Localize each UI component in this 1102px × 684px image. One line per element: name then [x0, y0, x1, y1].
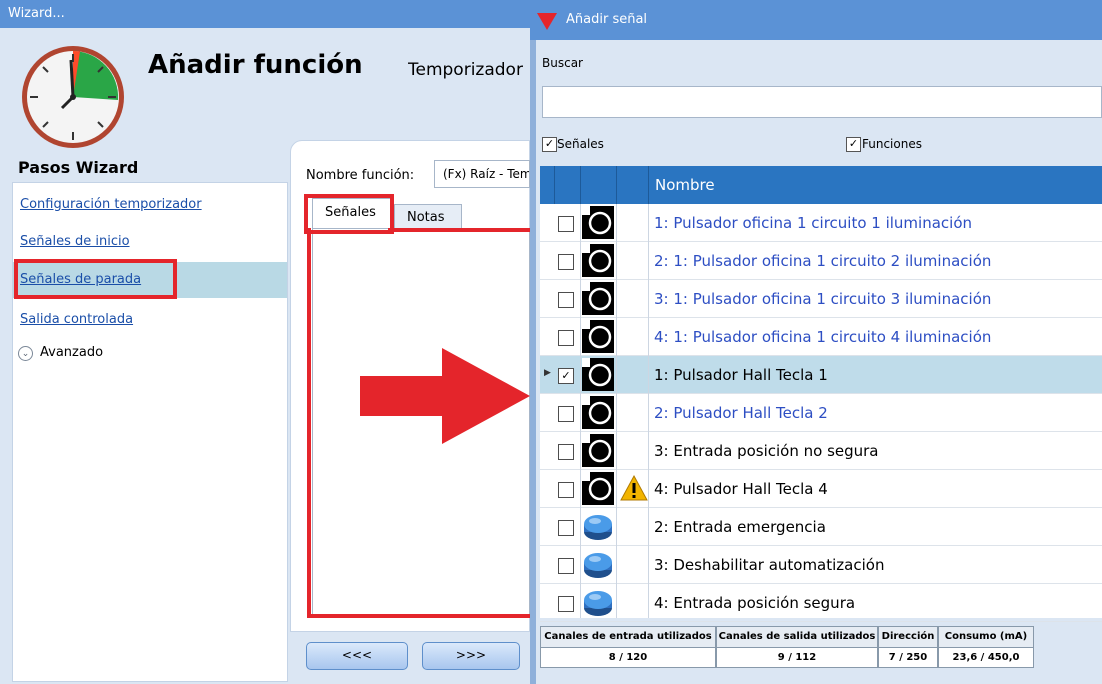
blue-button-icon: [582, 586, 614, 619]
stat-label: Dirección: [879, 627, 937, 648]
filter-signals-label: Señales: [557, 137, 604, 151]
pushbutton-icon: [582, 244, 614, 277]
stat-input-channels: Canales de entrada utilizados 8 / 120: [540, 626, 716, 668]
search-label: Buscar: [542, 56, 583, 70]
filter-functions-label: Funciones: [862, 137, 922, 151]
red-arrow-icon: [360, 348, 530, 444]
tab-notas[interactable]: Notas: [394, 204, 462, 230]
grid-column-separator: [580, 204, 581, 618]
row-checkbox[interactable]: [558, 216, 574, 232]
red-triangle-icon: [537, 13, 557, 30]
stat-label: Canales de entrada utilizados: [541, 627, 715, 648]
row-checkbox[interactable]: ✓: [558, 368, 574, 384]
stat-value: 9 / 112: [777, 652, 817, 663]
header-separator: [580, 166, 581, 204]
pushbutton-icon: [582, 320, 614, 353]
pushbutton-icon: [582, 472, 614, 505]
back-button[interactable]: <<<: [306, 642, 408, 670]
header-separator: [616, 166, 617, 204]
row-name: 3: Deshabilitar automatización: [654, 556, 885, 574]
timer-clock-icon: [22, 46, 124, 148]
blue-button-icon: [582, 548, 614, 581]
table-row[interactable]: 2: Pulsador Hall Tecla 2: [540, 394, 1102, 432]
content-highlight-bottom: [307, 614, 530, 618]
pushbutton-icon: [582, 396, 614, 429]
stat-consumption: Consumo (mA) 23,6 / 450,0: [938, 626, 1034, 668]
table-row[interactable]: ▶ ✓ 1: Pulsador Hall Tecla 1: [540, 356, 1102, 394]
filter-signals-checkbox[interactable]: ✓: [542, 137, 557, 152]
row-name: 4: Entrada posición segura: [654, 594, 856, 612]
stat-output-channels: Canales de salida utilizados 9 / 112: [716, 626, 878, 668]
wizard-title-bar: Wizard...: [0, 0, 530, 28]
pushbutton-icon: [582, 282, 614, 315]
table-row[interactable]: 3: 1: Pulsador oficina 1 circuito 3 ilum…: [540, 280, 1102, 318]
step-configuracion-temporizador[interactable]: Configuración temporizador: [20, 197, 202, 212]
filter-functions-checkbox[interactable]: ✓: [846, 137, 861, 152]
stat-value: 7 / 250: [888, 652, 928, 663]
stat-label: Canales de salida utilizados: [717, 627, 877, 648]
table-row[interactable]: 4: Entrada posición segura: [540, 584, 1102, 622]
table-row[interactable]: 2: 1: Pulsador oficina 1 circuito 2 ilum…: [540, 242, 1102, 280]
page-subtitle: Temporizador: [408, 60, 523, 80]
step-salida-controlada[interactable]: Salida controlada: [20, 312, 133, 327]
row-checkbox[interactable]: [558, 406, 574, 422]
row-checkbox[interactable]: [558, 254, 574, 270]
header-separator: [648, 166, 649, 204]
row-checkbox[interactable]: [558, 520, 574, 536]
content-highlight-top: [388, 228, 530, 232]
blue-button-icon: [582, 510, 614, 543]
next-button[interactable]: >>>: [422, 642, 520, 670]
pushbutton-icon: [582, 434, 614, 467]
table-row[interactable]: 3: Entrada posición no segura: [540, 432, 1102, 470]
chevron-down-icon[interactable]: ⌄: [18, 346, 33, 361]
dialog-title: Añadir señal: [566, 12, 648, 27]
grid-header: [540, 166, 1102, 204]
stat-value: 8 / 120: [608, 652, 648, 663]
row-checkbox[interactable]: [558, 292, 574, 308]
grid-column-separator: [616, 204, 617, 618]
table-row[interactable]: 2: Entrada emergencia: [540, 508, 1102, 546]
step-highlight-box: [14, 259, 177, 299]
function-name-field[interactable]: (Fx) Raíz - Temporizador: [434, 160, 530, 188]
row-name: 1: Pulsador Hall Tecla 1: [654, 366, 828, 384]
row-name: 3: 1: Pulsador oficina 1 circuito 3 ilum…: [654, 290, 992, 308]
row-name: 2: Entrada emergencia: [654, 518, 826, 536]
row-checkbox[interactable]: [558, 596, 574, 612]
wizard-window-title: Wizard...: [8, 6, 65, 21]
stat-value: 23,6 / 450,0: [952, 652, 1020, 663]
row-pointer-icon: ▶: [544, 368, 551, 378]
pushbutton-icon: [582, 206, 614, 239]
page-title: Añadir función: [148, 50, 363, 80]
row-name: 1: Pulsador oficina 1 circuito 1 ilumina…: [654, 214, 973, 232]
table-row[interactable]: 1: Pulsador oficina 1 circuito 1 ilumina…: [540, 204, 1102, 242]
grid-column-separator: [648, 204, 649, 618]
row-checkbox[interactable]: [558, 482, 574, 498]
search-input[interactable]: [542, 86, 1102, 118]
row-checkbox[interactable]: [558, 558, 574, 574]
row-name: 3: Entrada posición no segura: [654, 442, 879, 460]
row-name: 4: 1: Pulsador oficina 1 circuito 4 ilum…: [654, 328, 992, 346]
row-name: 2: Pulsador Hall Tecla 2: [654, 404, 828, 422]
advanced-toggle[interactable]: Avanzado: [40, 345, 103, 360]
stat-label: Consumo (mA): [939, 627, 1033, 648]
column-header-nombre[interactable]: Nombre: [655, 176, 715, 194]
row-checkbox[interactable]: [558, 330, 574, 346]
pushbutton-icon: [582, 358, 614, 391]
row-name: 2: 1: Pulsador oficina 1 circuito 2 ilum…: [654, 252, 992, 270]
content-highlight-left: [307, 228, 311, 618]
row-name: 4: Pulsador Hall Tecla 4: [654, 480, 828, 498]
table-row[interactable]: 4: Pulsador Hall Tecla 4: [540, 470, 1102, 508]
steps-title: Pasos Wizard: [18, 158, 139, 177]
table-row[interactable]: 4: 1: Pulsador oficina 1 circuito 4 ilum…: [540, 318, 1102, 356]
row-checkbox[interactable]: [558, 444, 574, 460]
stat-address: Dirección 7 / 250: [878, 626, 938, 668]
header-separator: [554, 166, 555, 204]
step-senales-inicio[interactable]: Señales de inicio: [20, 234, 130, 249]
table-row[interactable]: 3: Deshabilitar automatización: [540, 546, 1102, 584]
warning-icon: [620, 474, 648, 502]
function-name-label: Nombre función:: [306, 168, 415, 183]
tab-highlight-box: [304, 194, 394, 234]
